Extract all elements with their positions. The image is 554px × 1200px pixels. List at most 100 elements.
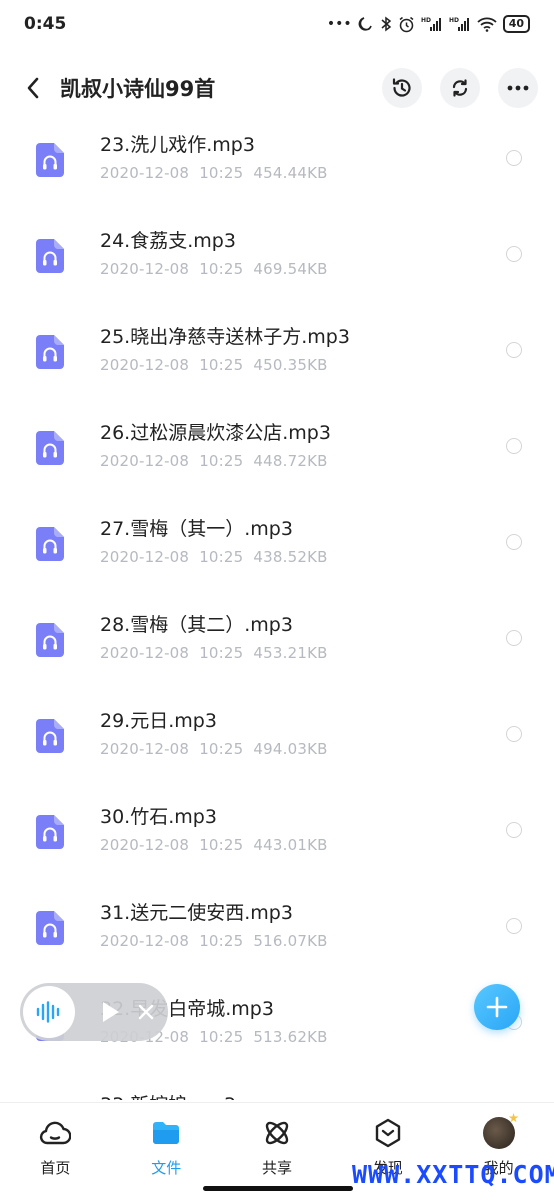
file-date: 2020-12-08 [100, 644, 190, 662]
audio-file-icon [36, 239, 64, 273]
header-actions [382, 68, 538, 108]
wifi-icon [477, 16, 497, 32]
file-row[interactable]: 31.送元二使安西.mp3 2020-12-08 10:25 516.07KB [0, 892, 554, 988]
avatar [482, 1117, 515, 1149]
select-checkbox[interactable] [506, 246, 522, 262]
refresh-button[interactable] [440, 68, 480, 108]
file-date: 2020-12-08 [100, 260, 190, 278]
audio-file-icon [36, 623, 64, 657]
file-date: 2020-12-08 [100, 548, 190, 566]
file-name: 23.洗儿戏作.mp3 [100, 134, 255, 156]
file-meta: 2020-12-08 10:25 450.35KB [100, 356, 338, 374]
select-checkbox[interactable] [506, 438, 522, 454]
file-time: 10:25 [199, 452, 244, 470]
file-size: 513.62KB [253, 1028, 328, 1046]
file-time: 10:25 [199, 356, 244, 374]
header: 凯叔小诗仙99首 [0, 60, 554, 116]
file-time: 10:25 [199, 740, 244, 758]
file-size: 469.54KB [253, 260, 328, 278]
file-time: 10:25 [199, 644, 244, 662]
audio-wave-button[interactable] [23, 986, 75, 1038]
file-time: 10:25 [199, 836, 244, 854]
moon-icon [358, 16, 374, 32]
file-size: 516.07KB [253, 932, 328, 950]
file-row[interactable]: 30.竹石.mp3 2020-12-08 10:25 443.01KB [0, 796, 554, 892]
atom-icon [265, 1121, 289, 1145]
signal-1-icon: HD [421, 16, 443, 32]
file-name: 30.竹石.mp3 [100, 806, 217, 828]
file-size: 454.44KB [253, 164, 328, 182]
file-row[interactable]: 23.洗儿戏作.mp3 2020-12-08 10:25 454.44KB [0, 124, 554, 220]
status-icons: ••• HD HD 40 [327, 15, 530, 33]
cloud-icon [40, 1121, 72, 1145]
select-checkbox[interactable] [506, 918, 522, 934]
file-row[interactable]: 24.食荔支.mp3 2020-12-08 10:25 469.54KB [0, 220, 554, 316]
file-name: 28.雪梅（其二）.mp3 [100, 614, 293, 636]
file-time: 10:25 [199, 260, 244, 278]
file-meta: 2020-12-08 10:25 438.52KB [100, 548, 338, 566]
file-meta: 2020-12-08 10:25 494.03KB [100, 740, 338, 758]
file-meta: 2020-12-08 10:25 516.07KB [100, 932, 338, 950]
file-size: 450.35KB [253, 356, 328, 374]
more-button[interactable] [498, 68, 538, 108]
file-meta: 2020-12-08 10:25 448.72KB [100, 452, 338, 470]
audio-file-icon [36, 431, 64, 465]
file-name: 29.元日.mp3 [100, 710, 217, 732]
file-time: 10:25 [199, 1028, 244, 1046]
file-row[interactable]: 29.元日.mp3 2020-12-08 10:25 494.03KB [0, 700, 554, 796]
svg-text:HD: HD [449, 17, 459, 24]
select-checkbox[interactable] [506, 534, 522, 550]
close-icon [138, 1004, 154, 1020]
file-date: 2020-12-08 [100, 740, 190, 758]
select-checkbox[interactable] [506, 726, 522, 742]
audio-file-icon [36, 719, 64, 753]
chevron-left-icon [27, 77, 39, 99]
add-button[interactable] [474, 984, 520, 1030]
bluetooth-icon [380, 16, 392, 32]
audio-file-icon [36, 911, 64, 945]
select-checkbox[interactable] [506, 342, 522, 358]
file-size: 494.03KB [253, 740, 328, 758]
file-meta: 2020-12-08 10:25 454.44KB [100, 164, 338, 182]
history-button[interactable] [382, 68, 422, 108]
audio-file-icon [36, 527, 64, 561]
status-time: 0:45 [24, 14, 67, 34]
svg-text:HD: HD [421, 17, 431, 24]
select-checkbox[interactable] [506, 630, 522, 646]
folder-icon [153, 1122, 180, 1144]
file-date: 2020-12-08 [100, 356, 190, 374]
file-size: 453.21KB [253, 644, 328, 662]
nav-home-label: 首页 [40, 1159, 71, 1177]
play-button[interactable] [99, 1000, 123, 1024]
file-name: 27.雪梅（其一）.mp3 [100, 518, 293, 540]
select-checkbox[interactable] [506, 150, 522, 166]
file-date: 2020-12-08 [100, 452, 190, 470]
nav-files-label: 文件 [151, 1159, 182, 1177]
file-row[interactable]: 25.晓出净慈寺送林子方.mp3 2020-12-08 10:25 450.35KB [0, 316, 554, 412]
file-time: 10:25 [199, 548, 244, 566]
close-player-button[interactable] [137, 1003, 155, 1021]
file-row[interactable]: 28.雪梅（其二）.mp3 2020-12-08 10:25 453.21KB [0, 604, 554, 700]
status-bar: 0:45 ••• HD HD 40 [0, 0, 554, 48]
file-time: 10:25 [199, 164, 244, 182]
file-name: 24.食荔支.mp3 [100, 230, 236, 252]
mini-player[interactable] [20, 983, 168, 1041]
nav-share-label: 共享 [261, 1159, 292, 1177]
select-checkbox[interactable] [506, 822, 522, 838]
signal-2-icon: HD [449, 16, 471, 32]
file-row[interactable]: 26.过松源晨炊漆公店.mp3 2020-12-08 10:25 448.72KB [0, 412, 554, 508]
file-row[interactable]: 27.雪梅（其一）.mp3 2020-12-08 10:25 438.52KB [0, 508, 554, 604]
file-size: 448.72KB [253, 452, 328, 470]
page-title: 凯叔小诗仙99首 [60, 77, 216, 101]
file-meta: 2020-12-08 10:25 453.21KB [100, 644, 338, 662]
refresh-icon [452, 79, 468, 97]
file-row[interactable]: 33.新嫁娘.mp3 [0, 1084, 554, 1100]
file-meta: 2020-12-08 10:25 443.01KB [100, 836, 338, 854]
nav-home[interactable]: 首页 [0, 1103, 111, 1200]
file-date: 2020-12-08 [100, 164, 190, 182]
audio-wave-icon [36, 1001, 60, 1023]
history-icon [392, 78, 411, 97]
back-button[interactable] [16, 71, 50, 105]
file-list[interactable]: 23.洗儿戏作.mp3 2020-12-08 10:25 454.44KB 24.食… [0, 124, 554, 1100]
more-dots-icon: ••• [326, 16, 352, 32]
